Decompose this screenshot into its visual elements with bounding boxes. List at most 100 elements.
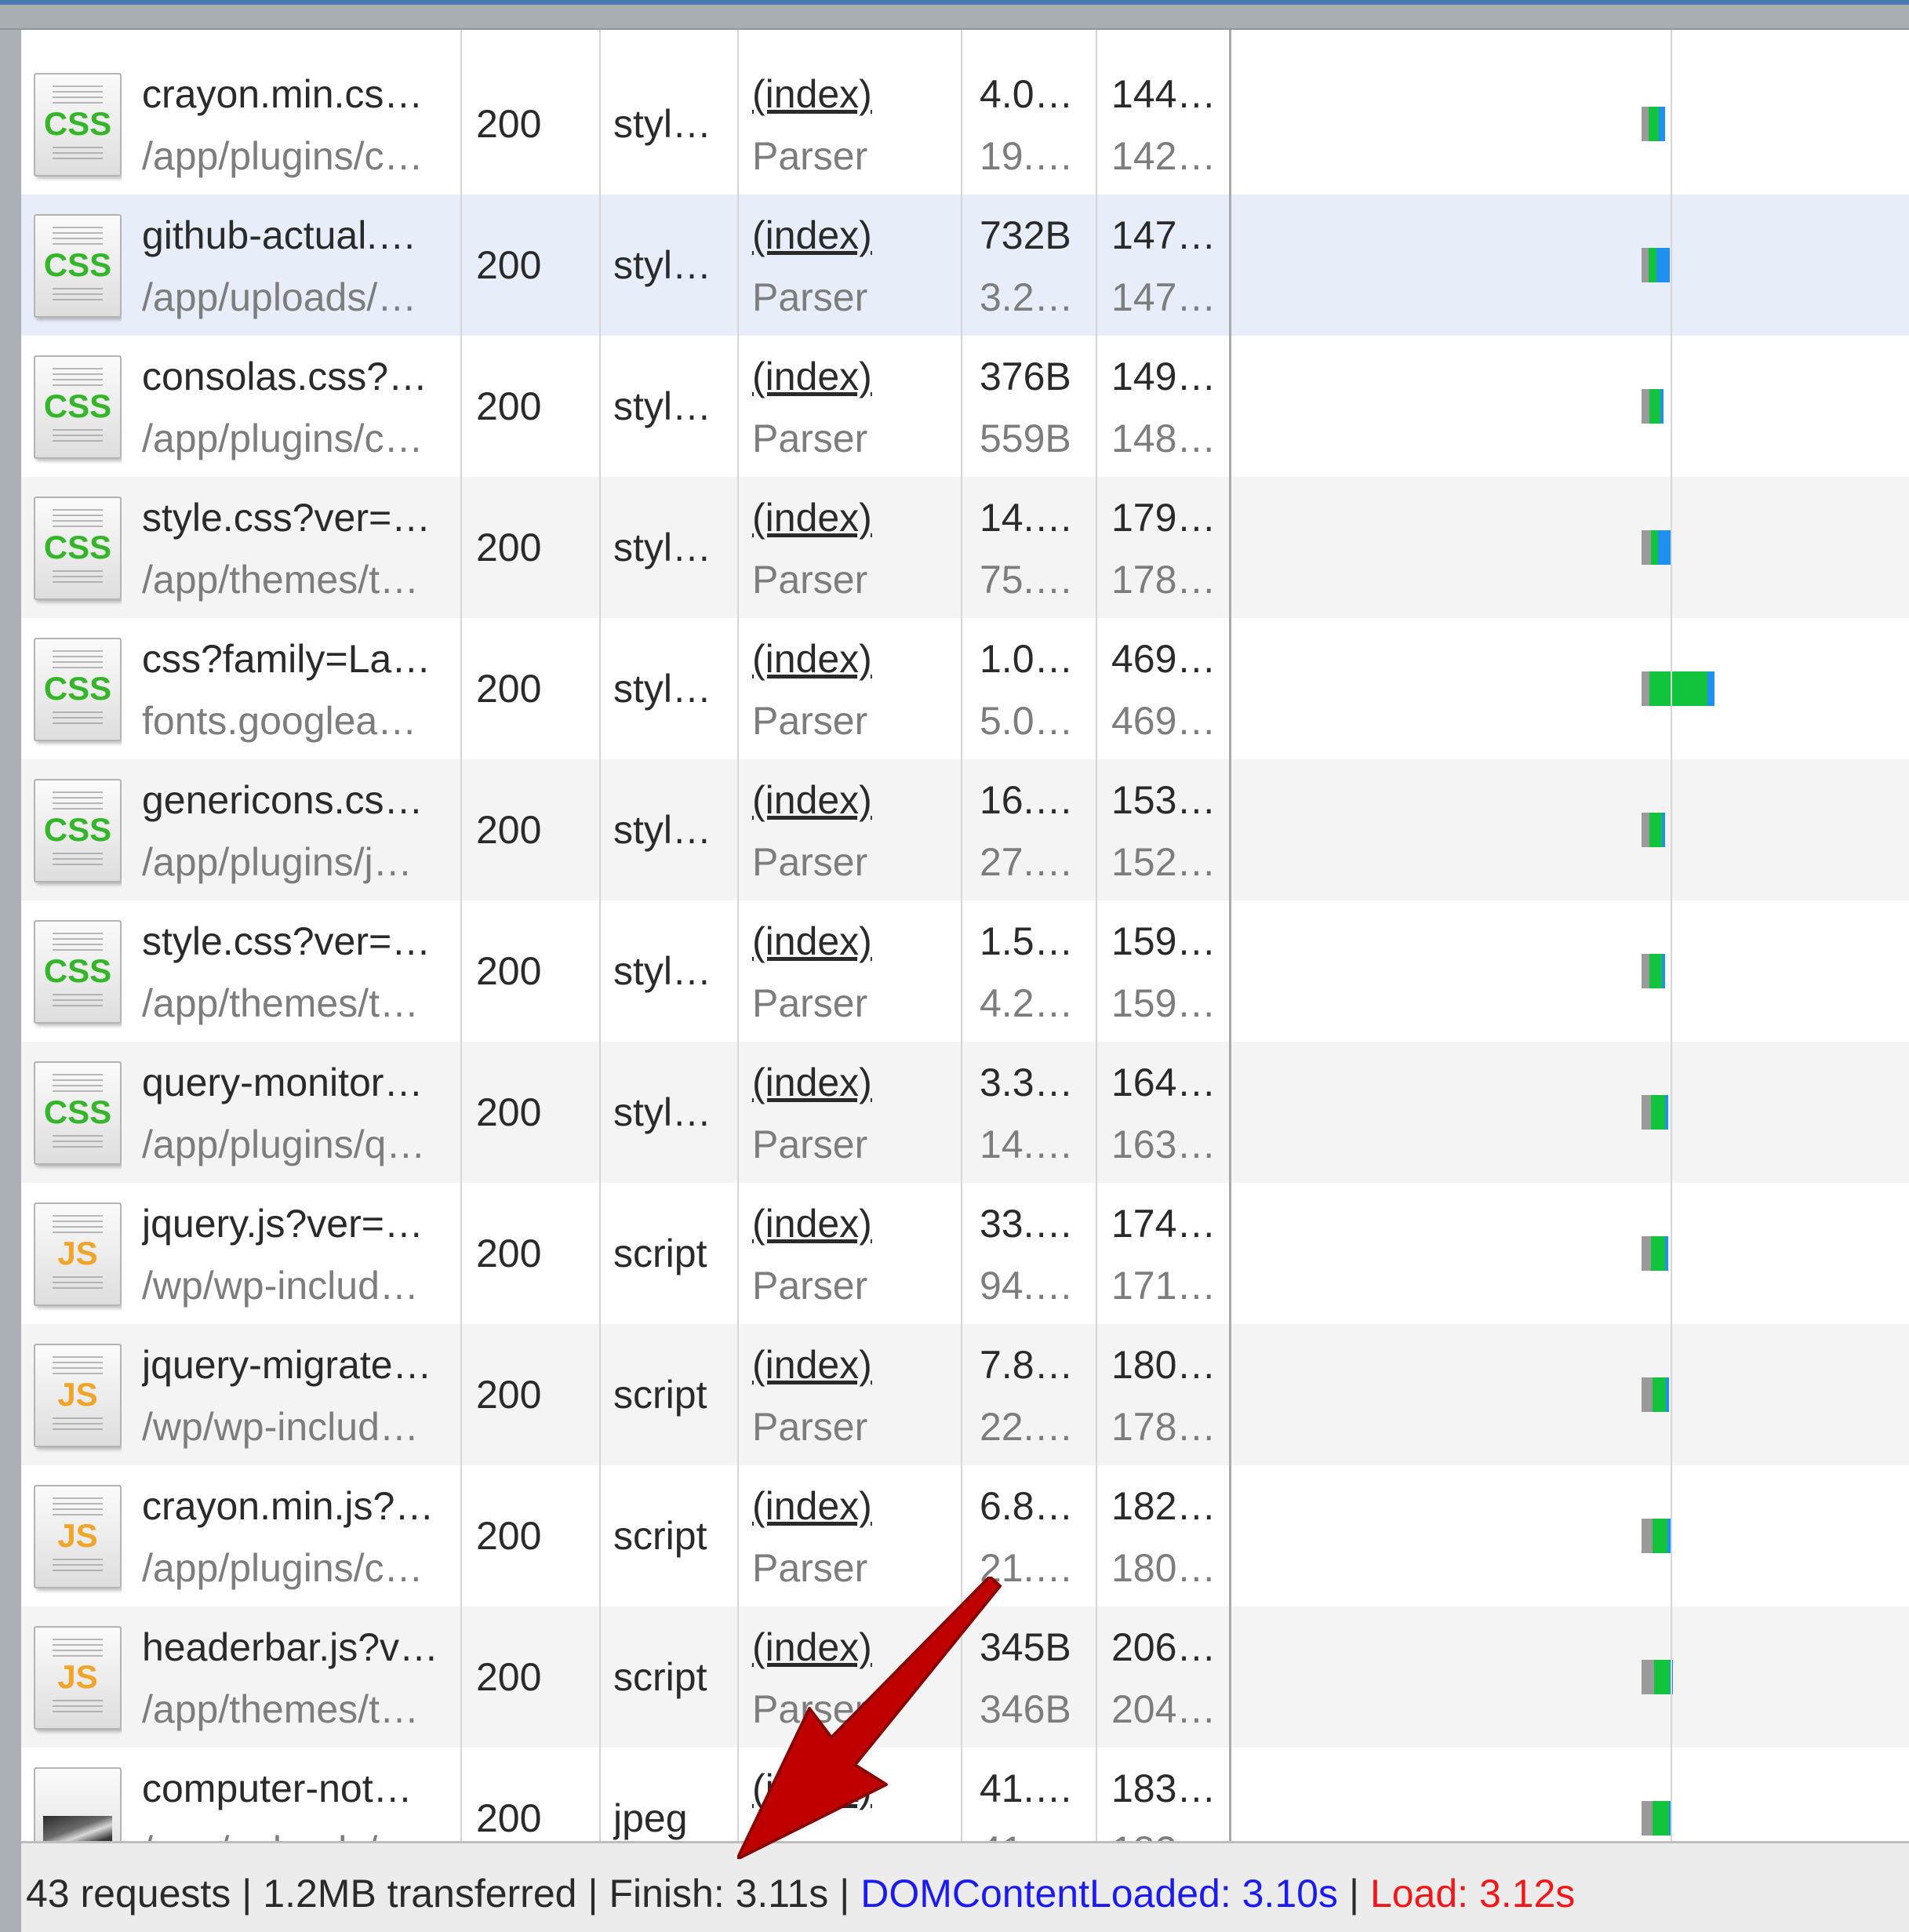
waterfall-download-segment	[1652, 1519, 1667, 1553]
waterfall-bar[interactable]	[1642, 530, 1672, 565]
total-time: 174…	[1111, 1202, 1216, 1246]
initiator-link[interactable]: (index)	[752, 1341, 872, 1388]
file-lines-decoration	[53, 1074, 103, 1093]
waterfall-bar[interactable]	[1642, 389, 1664, 424]
waterfall-cell[interactable]	[1231, 1183, 1909, 1324]
resource-type: styl…	[613, 526, 711, 569]
name-cell[interactable]: crayon.min.cs… /app/plugins/c…	[142, 53, 471, 195]
waterfall-bar[interactable]	[1642, 954, 1666, 988]
request-name[interactable]: crayon.min.cs…	[142, 71, 423, 118]
waterfall-cell[interactable]	[1231, 1465, 1909, 1606]
waterfall-bar[interactable]	[1642, 1519, 1671, 1553]
waterfall-bar[interactable]	[1642, 248, 1671, 282]
waterfall-download-segment	[1649, 813, 1663, 847]
name-cell[interactable]: genericons.cs… /app/plugins/j…	[142, 759, 471, 901]
file-lines-decoration	[53, 429, 103, 442]
file-type-label: CSS	[43, 529, 112, 566]
content-size: 14.…	[980, 1122, 1074, 1166]
request-name[interactable]: consolas.css?…	[142, 353, 427, 400]
table-row[interactable]: CSS crayon.min.cs… /app/plugins/c… 200 styl……	[21, 53, 1909, 195]
waterfall-bar[interactable]	[1642, 813, 1666, 847]
name-cell[interactable]: crayon.min.js?… /app/plugins/c…	[142, 1465, 471, 1606]
waterfall-cell[interactable]	[1231, 618, 1909, 759]
table-row[interactable]: CSS genericons.cs… /app/plugins/j… 200 styl……	[21, 759, 1909, 901]
file-lines-decoration	[53, 791, 103, 810]
file-type-label: JS	[57, 1376, 98, 1413]
table-row[interactable]: JS jquery-migrate… /wp/wp-includ… 200 script…	[21, 1324, 1909, 1465]
column-divider-size[interactable]	[1096, 30, 1097, 1932]
waterfall-download-segment	[1651, 530, 1658, 565]
initiator-type: Parser	[752, 699, 868, 743]
request-name[interactable]: style.css?ver=…	[142, 494, 431, 541]
request-name[interactable]: github-actual.…	[142, 212, 416, 259]
request-name[interactable]: computer-not…	[142, 1765, 413, 1812]
name-cell[interactable]: github-actual.… /app/uploads/…	[142, 195, 471, 336]
table-row[interactable]: CSS github-actual.… /app/uploads/… 200 styl……	[21, 195, 1909, 336]
size-cell: 16.… 27.…	[980, 759, 1097, 901]
request-name[interactable]: style.css?ver=…	[142, 918, 431, 965]
initiator-link[interactable]: (index)	[752, 1200, 872, 1247]
column-divider-status[interactable]	[599, 30, 601, 1932]
request-name[interactable]: jquery.js?ver=…	[142, 1200, 424, 1247]
request-name[interactable]: genericons.cs…	[142, 777, 424, 824]
waterfall-bar[interactable]	[1642, 671, 1714, 706]
waterfall-waiting-segment	[1642, 813, 1650, 847]
name-cell[interactable]: style.css?ver=… /app/themes/t…	[142, 477, 471, 618]
waterfall-bar[interactable]	[1642, 1377, 1670, 1412]
table-row[interactable]: CSS style.css?ver=… /app/themes/t… 200 styl……	[21, 901, 1909, 1042]
initiator-link[interactable]: (index)	[752, 353, 872, 400]
table-row[interactable]: CSS query-monitor… /app/plugins/q… 200 styl……	[21, 1042, 1909, 1183]
name-cell[interactable]: consolas.css?… /app/plugins/c…	[142, 336, 471, 477]
waterfall-cell[interactable]	[1231, 759, 1909, 901]
waterfall-cell[interactable]	[1231, 1324, 1909, 1465]
waterfall-cell[interactable]	[1231, 53, 1909, 195]
status-code: 200	[476, 1090, 542, 1134]
column-divider-time[interactable]	[1229, 30, 1231, 1932]
request-name[interactable]: headerbar.js?v…	[142, 1624, 438, 1671]
name-cell[interactable]: jquery.js?ver=… /wp/wp-includ…	[142, 1183, 471, 1324]
request-path: /app/plugins/q…	[142, 1122, 426, 1166]
name-cell[interactable]: query-monitor… /app/plugins/q…	[142, 1042, 471, 1183]
name-cell[interactable]: jquery-migrate… /wp/wp-includ…	[142, 1324, 471, 1465]
waterfall-cell[interactable]	[1231, 195, 1909, 336]
latency-time: 171…	[1111, 1264, 1216, 1308]
initiator-link[interactable]: (index)	[752, 1483, 872, 1530]
total-time: 159…	[1111, 919, 1216, 963]
initiator-link[interactable]: (index)	[752, 777, 872, 824]
waterfall-cell[interactable]	[1231, 901, 1909, 1042]
waterfall-cell[interactable]	[1231, 336, 1909, 477]
request-name[interactable]: crayon.min.js?…	[142, 1483, 434, 1530]
initiator-link[interactable]: (index)	[752, 918, 872, 965]
waterfall-cell[interactable]	[1231, 477, 1909, 618]
request-name[interactable]: css?family=La…	[142, 635, 431, 682]
initiator-type: Parser	[752, 1122, 868, 1166]
waterfall-cell[interactable]	[1231, 1042, 1909, 1183]
table-row[interactable]: JS jquery.js?ver=… /wp/wp-includ… 200 script…	[21, 1183, 1909, 1324]
initiator-link[interactable]: (index)	[752, 635, 872, 682]
request-name[interactable]: query-monitor…	[142, 1059, 423, 1106]
initiator-link[interactable]: (index)	[752, 71, 872, 118]
type-cell: styl…	[613, 195, 751, 336]
column-divider-name[interactable]	[460, 30, 462, 1932]
table-row[interactable]: CSS consolas.css?… /app/plugins/c… 200 styl……	[21, 336, 1909, 477]
initiator-link[interactable]: (index)	[752, 1059, 872, 1106]
waterfall-bar[interactable]	[1642, 1095, 1668, 1130]
waterfall-bar[interactable]	[1642, 1236, 1668, 1271]
request-name[interactable]: jquery-migrate…	[142, 1341, 432, 1388]
css-file-icon: CSS	[34, 73, 122, 176]
waterfall-cell[interactable]	[1231, 1606, 1909, 1748]
waterfall-bar[interactable]	[1642, 1801, 1672, 1836]
waterfall-bar[interactable]	[1642, 107, 1666, 141]
name-cell[interactable]: style.css?ver=… /app/themes/t…	[142, 901, 471, 1042]
name-cell[interactable]: css?family=La… fonts.googlea…	[142, 618, 471, 759]
name-cell[interactable]: headerbar.js?v… /app/themes/t…	[142, 1606, 471, 1748]
initiator-link[interactable]: (index)	[752, 494, 872, 541]
initiator-cell: (index) Parser	[752, 901, 964, 1042]
initiator-link[interactable]: (index)	[752, 212, 872, 259]
type-cell: script	[613, 1606, 751, 1748]
waterfall-download-segment	[1649, 954, 1663, 988]
table-row[interactable]: CSS css?family=La… fonts.googlea… 200 styl… (…	[21, 618, 1909, 759]
waterfall-bar[interactable]	[1642, 1660, 1674, 1694]
table-row[interactable]: CSS style.css?ver=… /app/themes/t… 200 styl……	[21, 477, 1909, 618]
total-time: 153…	[1111, 778, 1216, 822]
